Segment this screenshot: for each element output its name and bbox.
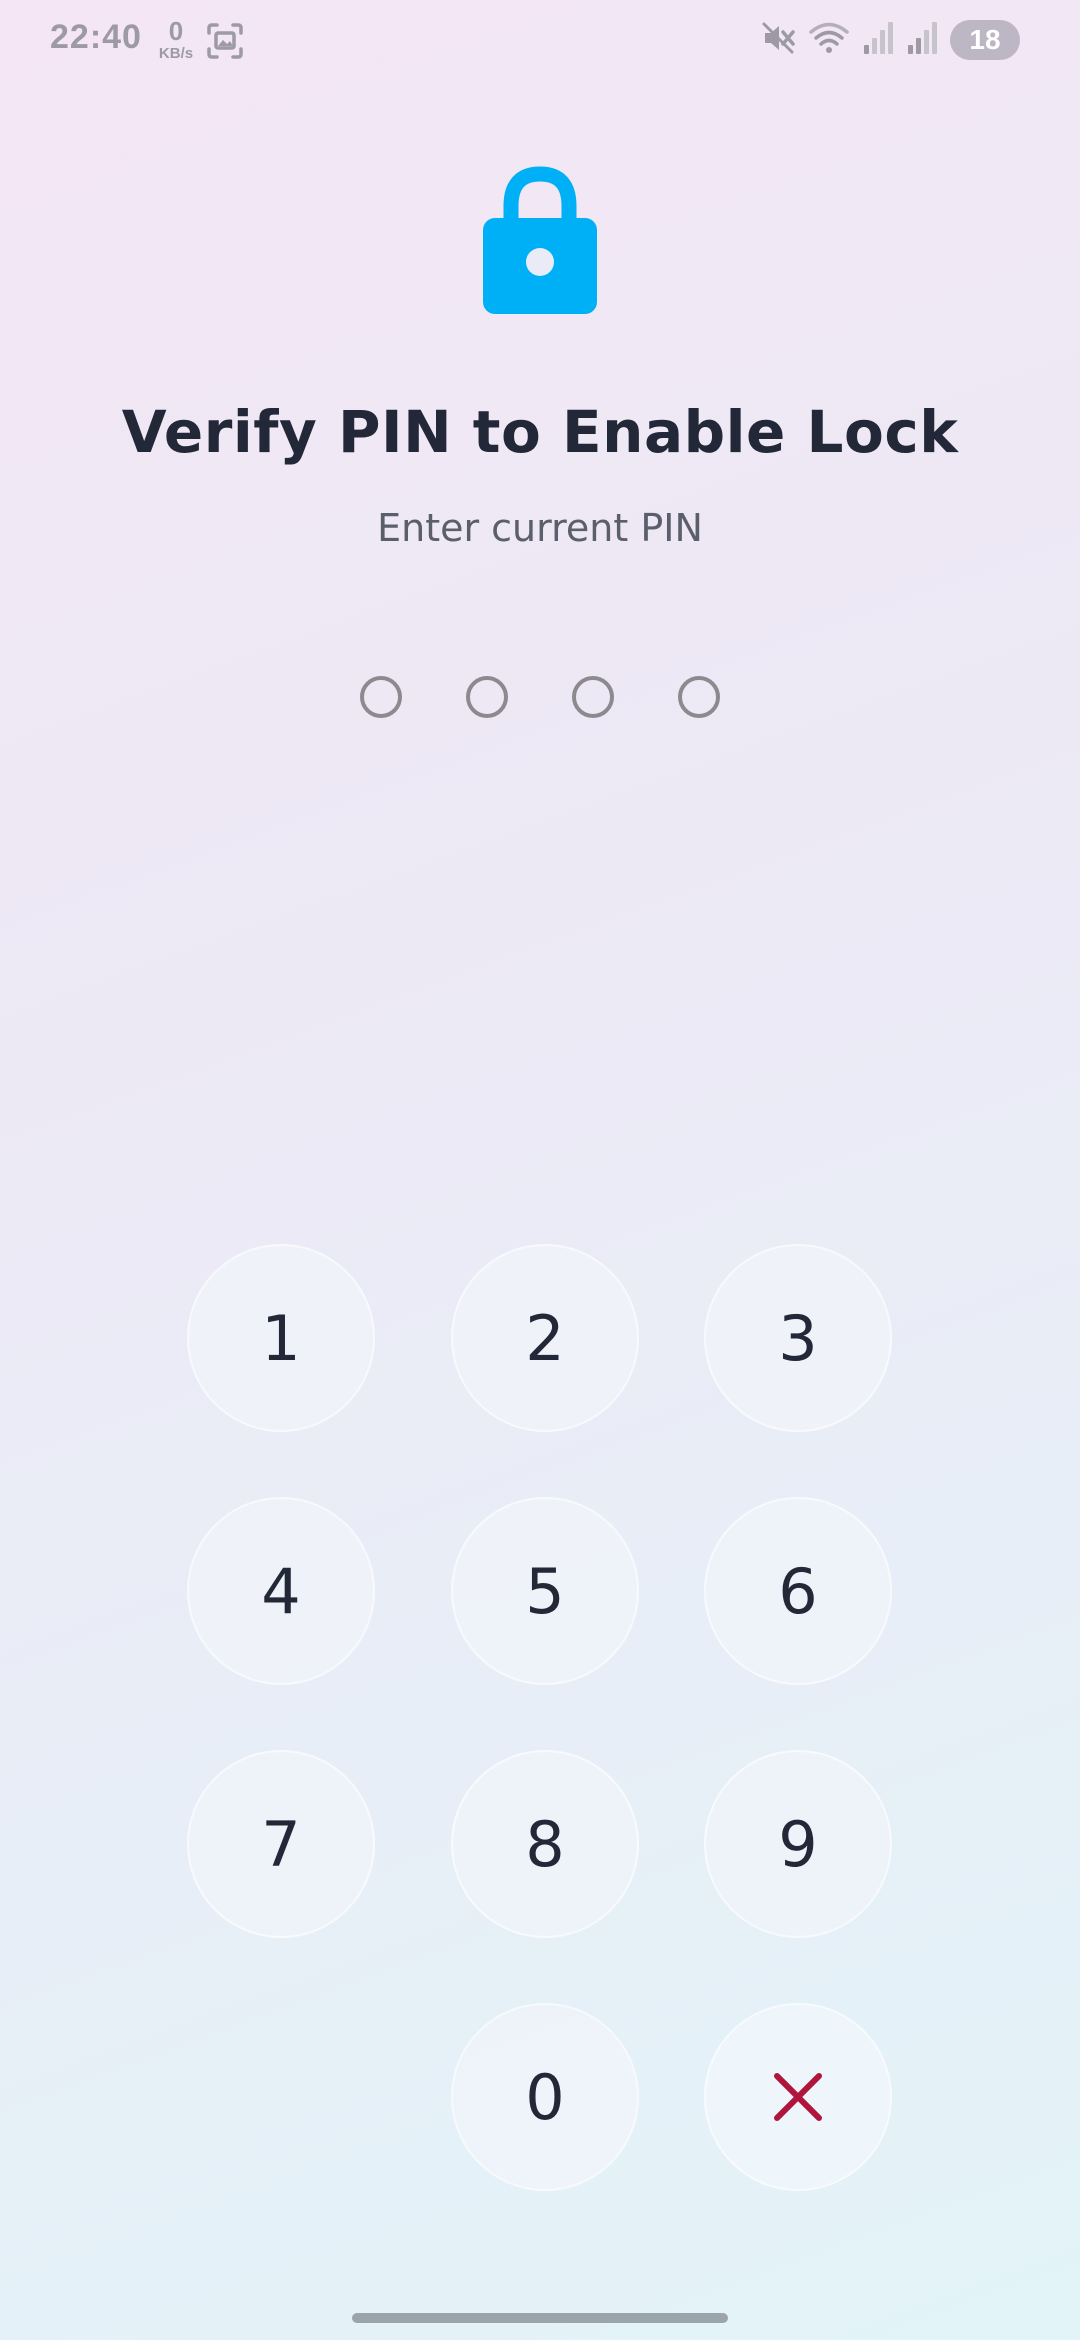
- delete-button[interactable]: [704, 2003, 892, 2191]
- page-subtitle: Enter current PIN: [377, 506, 703, 550]
- key-2[interactable]: 2: [451, 1244, 639, 1432]
- key-6[interactable]: 6: [704, 1497, 892, 1685]
- signal-icon: [862, 21, 894, 59]
- close-icon: [774, 2073, 822, 2121]
- battery-indicator: 18: [950, 20, 1020, 60]
- pin-dot: [678, 676, 720, 718]
- status-time: 22:40: [50, 18, 142, 56]
- key-1[interactable]: 1: [187, 1244, 375, 1432]
- lock-icon: [483, 162, 597, 314]
- status-bar: 22:40 0 KB/s 18: [0, 0, 1080, 80]
- signal-icon: [906, 21, 938, 59]
- key-8[interactable]: 8: [451, 1750, 639, 1938]
- pin-dot: [360, 676, 402, 718]
- page-title: Verify PIN to Enable Lock: [121, 398, 959, 466]
- pin-indicator: [360, 676, 720, 718]
- keypad: 1 2 3 4 5 6 7 8 9 0: [0, 0, 1080, 2340]
- screenshot-icon: [206, 22, 244, 64]
- pin-dot: [466, 676, 508, 718]
- key-9[interactable]: 9: [704, 1750, 892, 1938]
- mute-icon: [760, 20, 796, 60]
- status-icons: 18: [760, 18, 1020, 62]
- pin-dot: [572, 676, 614, 718]
- key-4[interactable]: 4: [187, 1497, 375, 1685]
- network-speed-value: 0: [168, 16, 184, 46]
- network-speed-unit: KB/s: [158, 45, 194, 62]
- key-5[interactable]: 5: [451, 1497, 639, 1685]
- network-speed: 0 KB/s: [152, 18, 200, 61]
- home-indicator[interactable]: [352, 2313, 728, 2323]
- key-7[interactable]: 7: [187, 1750, 375, 1938]
- key-3[interactable]: 3: [704, 1244, 892, 1432]
- key-0[interactable]: 0: [451, 2003, 639, 2191]
- wifi-icon: [808, 20, 850, 60]
